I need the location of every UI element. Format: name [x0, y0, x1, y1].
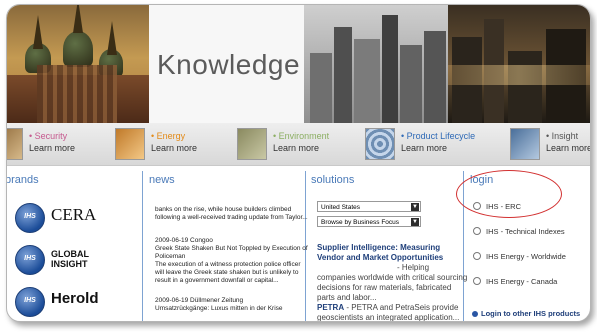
solution-item: PETRA - PETRA and PetraSeis provide geos…	[317, 303, 469, 321]
product-lifecycle-thumbnail	[365, 128, 395, 160]
business-focus-select[interactable]: Browse by Business Focus ▼	[317, 216, 421, 227]
business-focus-select-value: Browse by Business Focus	[321, 219, 400, 226]
solution-title-link[interactable]: PETRA	[317, 303, 344, 312]
kremlin-image	[7, 5, 149, 123]
news-heading: news	[149, 174, 175, 186]
insight-thumbnail	[510, 128, 540, 160]
learn-more-link[interactable]: Learn more	[151, 143, 197, 153]
category-environment[interactable]: • Environment Learn more	[237, 128, 357, 160]
news-date: 2009-06-19 Congoo	[155, 237, 213, 244]
security-thumbnail	[7, 128, 23, 160]
cera-brand[interactable]: CERA	[51, 205, 96, 225]
solution-title-link[interactable]: Supplier Intelligence: Measuring Vendor …	[317, 243, 467, 263]
bullet-icon	[472, 311, 478, 317]
category-name: • Security	[29, 131, 68, 141]
login-option-technical-indexes[interactable]: IHS - Technical Indexes	[473, 227, 565, 236]
ihs-logo[interactable]: IHS	[15, 203, 45, 233]
radio-button[interactable]	[473, 202, 481, 210]
night-city-image	[448, 5, 590, 123]
login-option-label: IHS Energy - Worldwide	[486, 252, 566, 261]
hero-banner: Knowledge	[7, 5, 590, 123]
category-name: • Energy	[151, 131, 186, 141]
solution-description: - Helping companies worldwide with criti…	[317, 263, 468, 302]
dropdown-arrow-icon: ▼	[411, 218, 419, 226]
news-headline[interactable]: Greek State Shaken But Not Toppled by Ex…	[155, 245, 311, 261]
login-option-label: IHS Energy - Canada	[486, 277, 558, 286]
radio-button[interactable]	[473, 252, 481, 260]
column-divider	[142, 171, 143, 321]
login-option-ihs-erc[interactable]: IHS - ERC	[473, 202, 521, 211]
login-option-energy-worldwide[interactable]: IHS Energy - Worldwide	[473, 252, 566, 261]
global-insight-brand[interactable]: GLOBAL INSIGHT	[51, 249, 89, 269]
news-date: 2009-06-19 Düllmener Zeitung	[155, 297, 244, 304]
news-body: The execution of a witness protection po…	[155, 261, 301, 284]
login-option-label: IHS - ERC	[486, 202, 522, 211]
category-name: • Environment	[273, 131, 330, 141]
news-headline[interactable]: Umsatzrückgänge: Luxus mitten in der Kri…	[155, 305, 311, 313]
learn-more-link[interactable]: Learn more	[29, 143, 75, 153]
category-name: • Insight	[546, 131, 579, 141]
herold-brand[interactable]: Herold	[51, 290, 99, 307]
environment-thumbnail	[237, 128, 267, 160]
solutions-heading: solutions	[311, 174, 355, 186]
radio-button[interactable]	[473, 227, 481, 235]
energy-thumbnail	[115, 128, 145, 160]
country-select-value: United States	[321, 204, 361, 211]
login-other-label: Login to other IHS products	[481, 309, 581, 318]
category-strip: • Security Learn more • Energy Learn mor…	[7, 123, 590, 166]
learn-more-link[interactable]: Learn more	[273, 143, 319, 153]
category-name: • Product Lifecycle	[401, 131, 476, 141]
country-select[interactable]: United States ▼	[317, 201, 421, 212]
news-intro: banks on the rise, while house builders …	[155, 206, 308, 221]
banner-title: Knowledge	[157, 49, 301, 80]
ihs-logo[interactable]: IHS	[15, 287, 45, 317]
category-energy[interactable]: • Energy Learn more	[115, 128, 235, 160]
login-other-products-link[interactable]: Login to other IHS products	[472, 309, 580, 318]
login-option-energy-canada[interactable]: IHS Energy - Canada	[473, 277, 557, 286]
learn-more-link[interactable]: Learn more	[546, 143, 590, 153]
radio-button[interactable]	[473, 277, 481, 285]
page-frame: Knowledge • Security Learn more • Energy	[6, 4, 591, 322]
learn-more-link[interactable]: Learn more	[401, 143, 447, 153]
dropdown-arrow-icon: ▼	[411, 203, 419, 211]
logo-text: IHS	[24, 255, 36, 262]
city-image	[304, 5, 448, 123]
ihs-logo[interactable]: IHS	[15, 245, 45, 275]
category-insight[interactable]: • Insight Learn more	[510, 128, 590, 160]
category-product-lifecycle[interactable]: • Product Lifecycle Learn more	[365, 128, 495, 160]
login-option-label: IHS - Technical Indexes	[486, 227, 565, 236]
logo-text: IHS	[24, 213, 36, 220]
banner-title-area: Knowledge	[149, 5, 304, 123]
logo-text: IHS	[24, 297, 36, 304]
category-security[interactable]: • Security Learn more	[7, 128, 113, 160]
brands-heading: brands	[6, 174, 39, 186]
